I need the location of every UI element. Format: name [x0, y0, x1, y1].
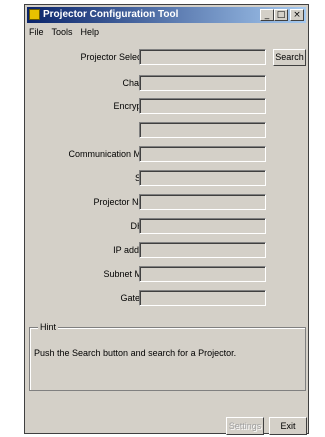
channel-dropdown[interactable]: [139, 75, 266, 91]
row-ssid: SSID: [25, 170, 308, 188]
hint-group: Hint Push the Search button and search f…: [29, 322, 306, 391]
menu-file[interactable]: File: [29, 25, 44, 39]
row-communication-mode: Communication Mode: [25, 146, 308, 164]
row-channel: Channel: [25, 75, 308, 93]
projector-name-input[interactable]: [139, 194, 266, 210]
close-button[interactable]: ×: [290, 9, 304, 21]
row-dhcp: DHCP: [25, 218, 308, 236]
ip-address-input[interactable]: [139, 242, 266, 258]
row-encryption: Encryption: [25, 98, 308, 116]
app-icon: [29, 9, 40, 20]
minimize-button[interactable]: _: [260, 9, 274, 21]
row-projector-selection: Projector Selection Search: [25, 49, 308, 67]
key-input[interactable]: [139, 122, 266, 138]
window-title: Projector Configuration Tool: [43, 9, 179, 20]
subnet-mask-input[interactable]: [139, 266, 266, 282]
hint-text: Push the Search button and search for a …: [34, 348, 237, 358]
row-key: Key: [25, 122, 308, 140]
exit-button[interactable]: Exit: [269, 417, 307, 435]
communication-mode-dropdown[interactable]: [139, 146, 266, 162]
encryption-dropdown[interactable]: [139, 98, 266, 114]
row-projector-name: Projector Name: [25, 194, 308, 212]
title-bar[interactable]: Projector Configuration Tool _ □ ×: [27, 7, 306, 23]
hint-title: Hint: [38, 322, 59, 332]
menu-bar: File Tools Help: [27, 25, 306, 39]
maximize-button[interactable]: □: [274, 9, 288, 21]
row-gateway: Gateway: [25, 290, 308, 308]
row-ip-address: IP address: [25, 242, 308, 260]
row-subnet-mask: Subnet Mask: [25, 266, 308, 284]
menu-help[interactable]: Help: [81, 25, 100, 39]
settings-button[interactable]: Settings: [226, 417, 264, 435]
ssid-input[interactable]: [139, 170, 266, 186]
projector-selection-dropdown[interactable]: [139, 49, 266, 65]
dhcp-dropdown[interactable]: [139, 218, 266, 234]
app-window: Projector Configuration Tool _ □ × File …: [24, 4, 309, 435]
gateway-input[interactable]: [139, 290, 266, 306]
search-button[interactable]: Search: [273, 49, 306, 66]
menu-tools[interactable]: Tools: [52, 25, 73, 39]
